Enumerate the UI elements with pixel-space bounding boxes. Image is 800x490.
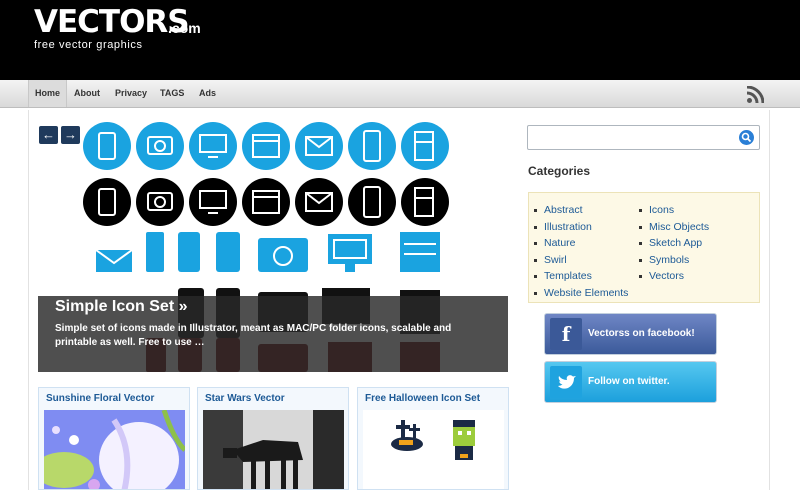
slide-caption-text: Simple set of icons made in Illustrator,… <box>55 323 452 348</box>
categories-list-left: Abstract Illustration Nature Swirl Templ… <box>534 202 628 301</box>
nav-ads[interactable]: Ads <box>193 80 222 107</box>
nav-privacy[interactable]: Privacy <box>109 80 153 107</box>
main-nav: Home About Privacy TAGS Ads <box>0 80 800 108</box>
site-logo[interactable]: VECTORS .com free vector graphics <box>34 4 201 51</box>
slider-prev-button[interactable]: ← <box>39 126 58 144</box>
facebook-icon: f <box>550 318 582 350</box>
nav-about[interactable]: About <box>68 80 106 107</box>
logo-wordmark: VECTORS <box>34 4 190 40</box>
slide-caption-title[interactable]: Simple Icon Set » <box>55 298 187 316</box>
category-link[interactable]: Templates <box>534 268 628 285</box>
categories-box: Abstract Illustration Nature Swirl Templ… <box>528 192 760 303</box>
site-header: VECTORS .com free vector graphics <box>0 0 800 80</box>
category-link[interactable]: Illustration <box>534 219 628 236</box>
slider-next-button[interactable]: → <box>61 126 80 144</box>
search-button[interactable] <box>739 130 754 145</box>
category-link[interactable]: Symbols <box>639 252 709 269</box>
twitter-bird-icon <box>550 366 582 398</box>
post-card[interactable]: Star Wars Vector <box>197 387 349 490</box>
category-link[interactable]: Nature <box>534 235 628 252</box>
post-card-title[interactable]: Free Halloween Icon Set <box>365 393 480 404</box>
categories-heading: Categories <box>528 164 591 178</box>
nav-home[interactable]: Home <box>28 80 68 107</box>
post-card-image-floral[interactable] <box>44 410 185 489</box>
post-card[interactable]: Free Halloween Icon Set <box>357 387 509 490</box>
logo-tagline: free vector graphics <box>34 39 143 51</box>
category-link[interactable]: Swirl <box>534 252 628 269</box>
category-link[interactable]: Vectors <box>639 268 709 285</box>
facebook-label: Vectorss on facebook! <box>588 328 695 339</box>
slide-caption[interactable]: Simple Icon Set » Simple set of icons ma… <box>38 296 508 372</box>
logo-domain: .com <box>168 20 201 36</box>
post-card-title[interactable]: Sunshine Floral Vector <box>46 393 154 404</box>
search-input[interactable] <box>527 125 760 150</box>
category-link[interactable]: Icons <box>639 202 709 219</box>
twitter-label: Follow on twitter. <box>588 376 670 387</box>
category-link[interactable]: Website Elements <box>534 285 628 302</box>
facebook-button[interactable]: f Vectorss on facebook! <box>544 313 717 355</box>
post-card-image-star-wars[interactable] <box>203 410 344 489</box>
post-card-image-halloween[interactable] <box>363 410 504 489</box>
search-icon <box>741 132 752 143</box>
category-link[interactable]: Abstract <box>534 202 628 219</box>
category-link[interactable]: Misc Objects <box>639 219 709 236</box>
category-link[interactable]: Sketch App <box>639 235 709 252</box>
rss-icon[interactable] <box>746 86 764 104</box>
post-card-title[interactable]: Star Wars Vector <box>205 393 285 404</box>
post-card[interactable]: Sunshine Floral Vector <box>38 387 190 490</box>
nav-tags[interactable]: TAGS <box>154 80 190 107</box>
twitter-button[interactable]: Follow on twitter. <box>544 361 717 403</box>
categories-list-right: Icons Misc Objects Sketch App Symbols Ve… <box>639 202 709 285</box>
